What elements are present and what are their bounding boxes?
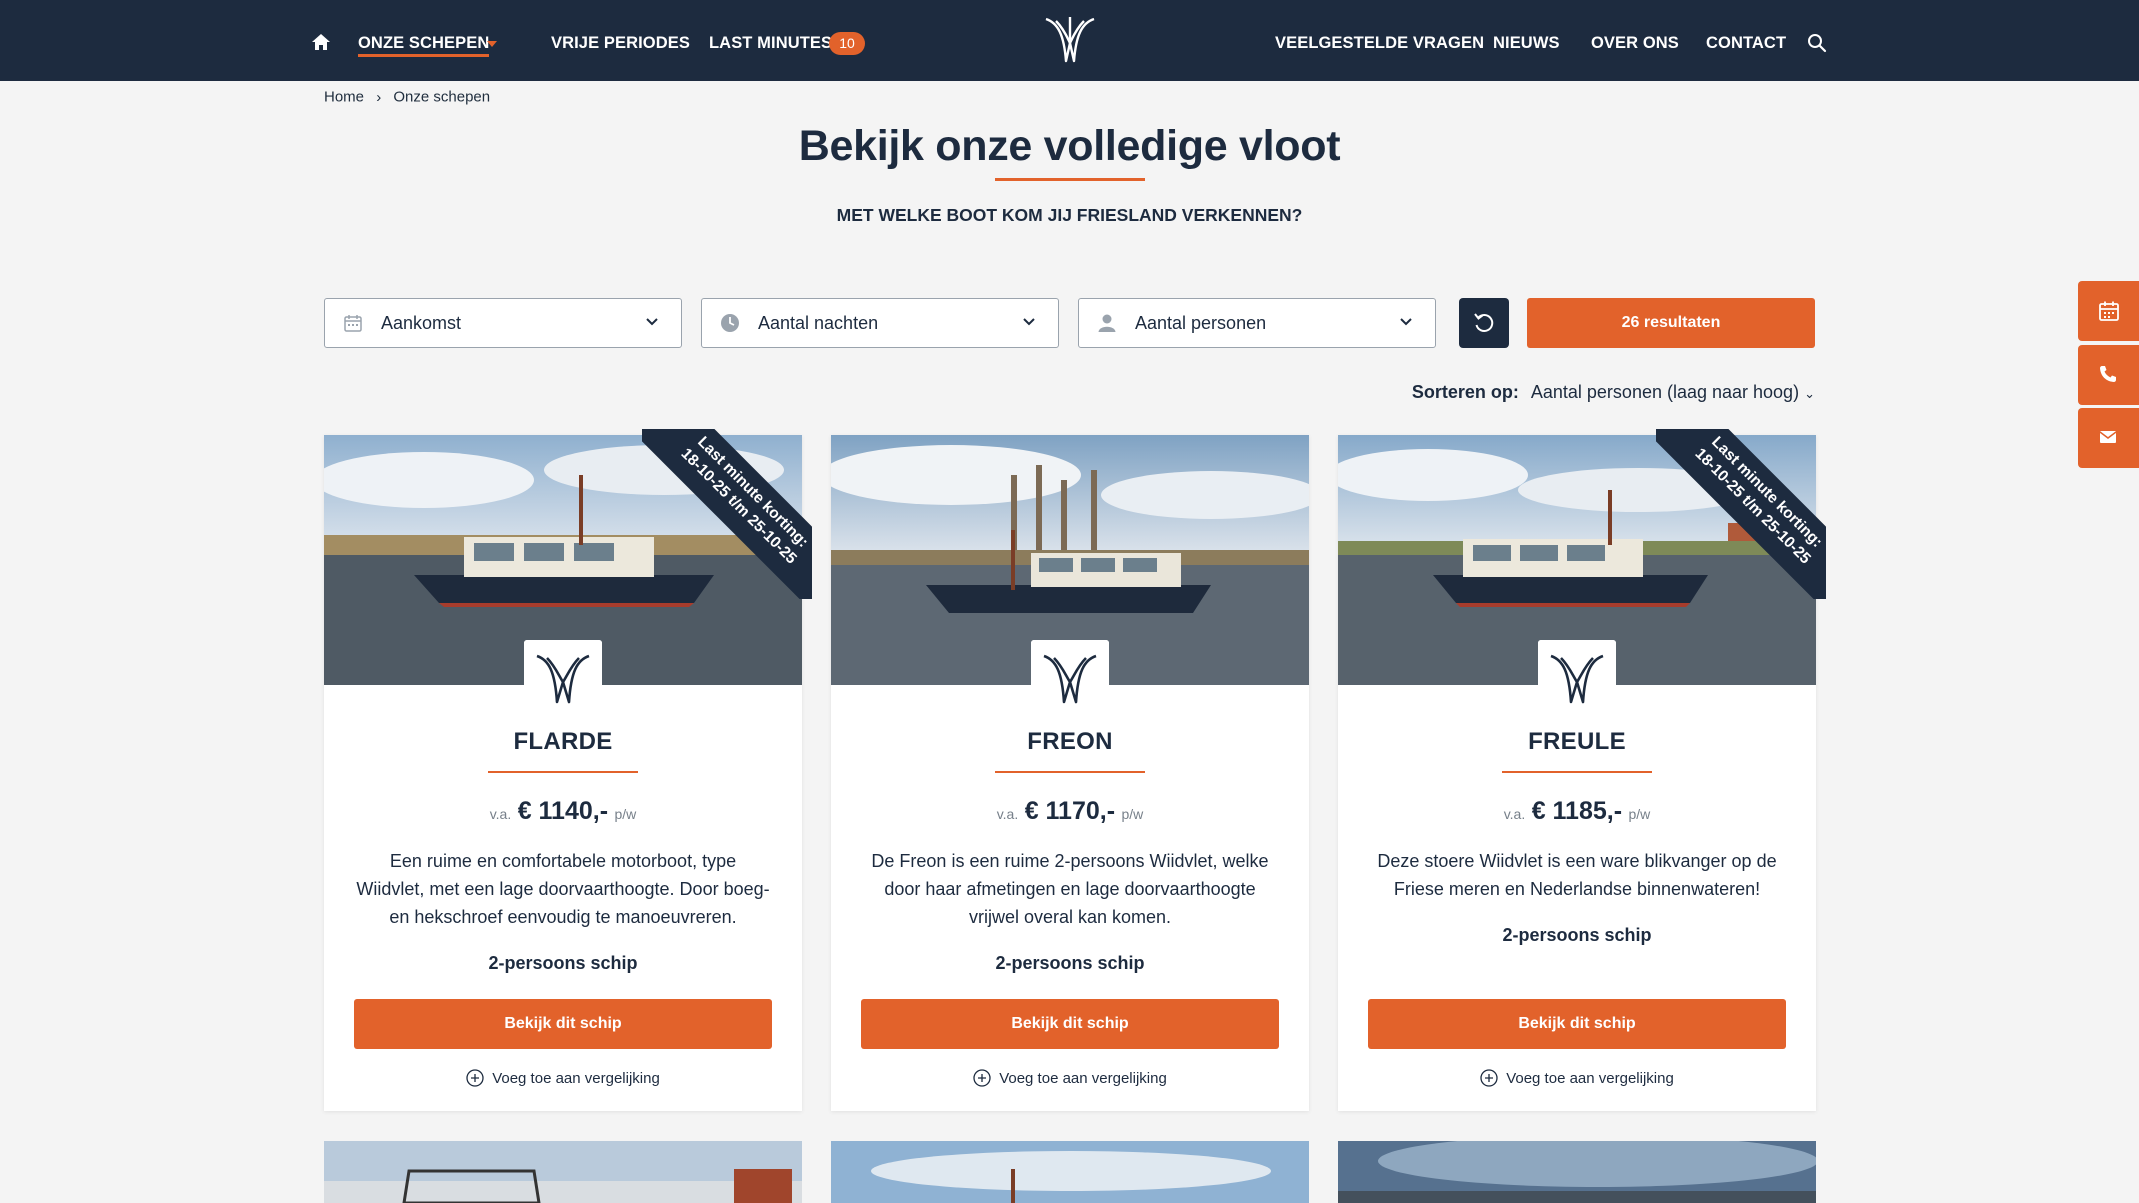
name-underline [488, 771, 638, 773]
clock-icon [721, 314, 739, 332]
calendar-icon [2099, 301, 2119, 321]
sort-control[interactable]: Sorteren op: Aantal personen (laag naar … [1412, 382, 1815, 403]
page-title: Bekijk onze volledige vloot [798, 122, 1341, 170]
results-button[interactable]: 26 resultaten [1527, 298, 1815, 348]
nights-label: Aantal nachten [758, 313, 879, 333]
calendar-icon [344, 315, 362, 332]
boat-capacity: 2-persoons schip [1502, 925, 1652, 945]
last-minute-ribbon: Last minute korting: 18-10-25 t/m 25-10-… [1656, 429, 1826, 599]
chevron-down-icon [1023, 318, 1035, 326]
title-underline [995, 178, 1145, 181]
chevron-right-icon: › [376, 88, 382, 106]
view-boat-button[interactable]: Bekijk dit schip [1368, 999, 1786, 1049]
plus-circle-icon [973, 1069, 991, 1087]
price-prefix: v.a. [489, 806, 512, 822]
arrival-label: Aankomst [381, 313, 462, 333]
compare-label: Voeg toe aan vergelijking [492, 1070, 660, 1087]
view-boat-button[interactable]: Bekijk dit schip [354, 999, 772, 1049]
name-underline [1502, 771, 1652, 773]
persons-label: Aantal personen [1135, 313, 1267, 333]
boat-name: FREON [1027, 728, 1113, 755]
breadcrumb: Home › Onze schepen [324, 88, 490, 106]
boat-description: Een ruime en comfortabele motorboot, typ… [356, 851, 770, 927]
boat-photo [324, 1141, 802, 1203]
last-minute-ribbon: Last minute korting: 18-10-25 t/m 25-10-… [642, 429, 812, 599]
price-suffix: p/w [1121, 806, 1144, 822]
plus-circle-icon [466, 1069, 484, 1087]
page-subtitle: MET WELKE BOOT KOM JIJ FRIESLAND VERKENN… [836, 205, 1303, 225]
nav-veelgestelde-vragen[interactable]: VEELGESTELDE VRAGEN [1275, 0, 1484, 81]
price-suffix: p/w [614, 806, 637, 822]
logo-icon[interactable] [1044, 13, 1096, 65]
nav-last-minutes[interactable]: LAST MINUTES [709, 0, 832, 81]
persons-select[interactable]: Aantal personen [1078, 298, 1436, 348]
price-suffix: p/w [1628, 806, 1651, 822]
add-to-compare-link[interactable]: Voeg toe aan vergelijking [1338, 1069, 1816, 1087]
boat-card: FREON v.a. € 1170,- p/w De Freon is een … [831, 435, 1309, 1111]
home-icon[interactable] [311, 32, 331, 52]
compare-label: Voeg toe aan vergelijking [1506, 1070, 1674, 1087]
nav-vrije-periodes[interactable]: VRIJE PERIODES [551, 0, 690, 81]
boat-description: Deze stoere Wiidvlet is een ware blikvan… [1377, 851, 1777, 899]
chevron-down-icon [1400, 318, 1412, 326]
logo-icon [1538, 640, 1616, 718]
sort-label: Sorteren op: [1411, 382, 1519, 402]
nav-over-ons[interactable]: OVER ONS [1591, 0, 1679, 81]
price-prefix: v.a. [996, 806, 1019, 822]
boat-card-partial[interactable] [324, 1141, 802, 1203]
last-minutes-count-badge: 10 [829, 32, 865, 55]
price-amount: € 1140,- [517, 797, 609, 825]
chevron-down-icon: ⌄ [1804, 386, 1815, 401]
logo-icon [1031, 640, 1109, 718]
person-icon [1098, 314, 1116, 332]
side-tab-phone[interactable] [2078, 345, 2139, 405]
add-to-compare-link[interactable]: Voeg toe aan vergelijking [831, 1069, 1309, 1087]
top-navigation: ONZE SCHEPEN VRIJE PERIODES LAST MINUTES… [0, 0, 2139, 81]
add-to-compare-link[interactable]: Voeg toe aan vergelijking [324, 1069, 802, 1087]
boat-price: v.a. € 1185,- p/w [1338, 797, 1816, 826]
boat-price: v.a. € 1170,- p/w [831, 797, 1309, 826]
breadcrumb-current: Onze schepen [393, 88, 491, 106]
search-icon[interactable] [1807, 33, 1827, 53]
boat-name: FREULE [1528, 728, 1626, 755]
arrival-select[interactable]: Aankomst [324, 298, 682, 348]
reset-filters-button[interactable] [1459, 298, 1509, 348]
nav-contact[interactable]: CONTACT [1706, 0, 1786, 81]
phone-icon [2100, 366, 2116, 382]
side-tab-mail[interactable] [2078, 408, 2139, 468]
reset-icon [1474, 313, 1494, 332]
side-tab-calendar[interactable] [2078, 281, 2139, 341]
boat-card: Last minute korting: 18-10-25 t/m 25-10-… [1338, 429, 1826, 1111]
boat-photo [1338, 1141, 1816, 1203]
plus-circle-icon [1480, 1069, 1498, 1087]
name-underline [995, 771, 1145, 773]
boat-capacity: 2-persoons schip [995, 953, 1145, 973]
logo-icon [524, 640, 602, 718]
boat-description: De Freon is een ruime 2-persoons Wiidvle… [871, 851, 1269, 927]
view-boat-button[interactable]: Bekijk dit schip [861, 999, 1279, 1049]
boat-name: FLARDE [513, 728, 613, 755]
breadcrumb-home[interactable]: Home [324, 89, 364, 106]
compare-label: Voeg toe aan vergelijking [999, 1070, 1167, 1087]
chevron-down-icon[interactable] [487, 41, 497, 47]
price-amount: € 1170,- [1024, 797, 1116, 825]
boat-price: v.a. € 1140,- p/w [324, 797, 802, 826]
boat-card: Last minute korting: 18-10-25 t/m 25-10-… [324, 429, 812, 1111]
mail-icon [2099, 431, 2117, 443]
nav-nieuws[interactable]: NIEUWS [1493, 0, 1560, 81]
price-prefix: v.a. [1503, 806, 1526, 822]
boat-capacity: 2-persoons schip [488, 953, 638, 973]
boat-card-partial[interactable] [1338, 1141, 1816, 1203]
chevron-down-icon [646, 318, 658, 326]
boat-card-partial[interactable] [831, 1141, 1309, 1203]
price-amount: € 1185,- [1531, 797, 1623, 825]
nights-select[interactable]: Aantal nachten [701, 298, 1059, 348]
boat-photo [831, 1141, 1309, 1203]
sort-value[interactable]: Aantal personen (laag naar hoog) [1531, 382, 1799, 402]
nav-onze-schepen[interactable]: ONZE SCHEPEN [358, 0, 490, 81]
